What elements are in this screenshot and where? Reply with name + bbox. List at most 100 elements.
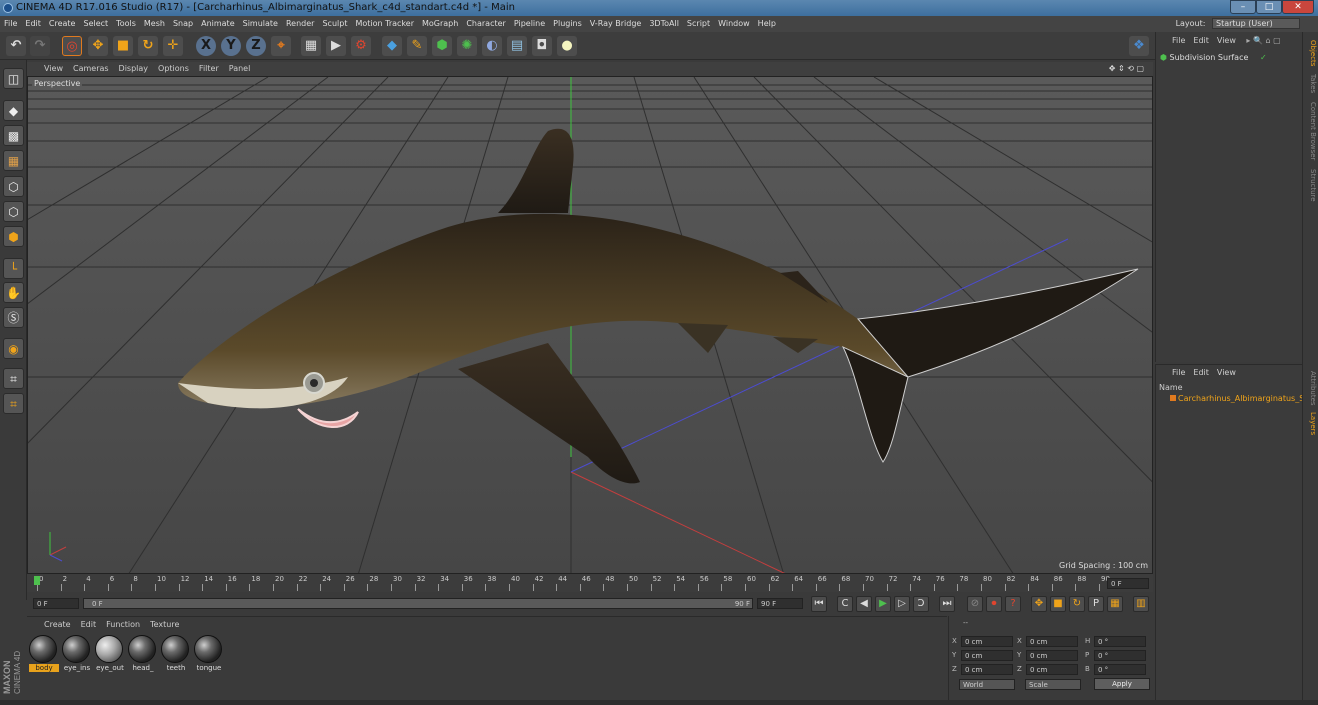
tab-structure[interactable]: Structure xyxy=(1305,166,1317,204)
floor-icon[interactable]: ▤ xyxy=(507,36,527,56)
material-eye-out[interactable]: eye_out xyxy=(95,635,125,672)
x-axis-icon[interactable]: X xyxy=(196,36,216,56)
menu-tools[interactable]: Tools xyxy=(112,16,140,32)
edges-mode-icon[interactable]: ⬡ xyxy=(3,201,24,222)
texture-mode-icon[interactable]: ▩ xyxy=(3,125,24,146)
lock-workplane-icon[interactable]: ⌗ xyxy=(3,368,24,389)
playhead-marker[interactable] xyxy=(34,576,40,585)
coordinate-value-field[interactable]: 0 cm xyxy=(1026,664,1078,675)
next-key-icon[interactable]: Ↄ xyxy=(913,596,929,612)
soft-selection-icon[interactable]: ◉ xyxy=(3,338,24,359)
prev-frame-icon[interactable]: ◀ xyxy=(856,596,872,612)
end-frame-field[interactable]: 90 F xyxy=(757,598,803,609)
prev-key-icon[interactable]: C xyxy=(837,596,853,612)
material-tongue[interactable]: tongue xyxy=(194,635,224,672)
coordinate-value-field[interactable]: 0 ° xyxy=(1094,650,1146,661)
scale-icon[interactable]: ■ xyxy=(113,36,133,56)
z-axis-icon[interactable]: Z xyxy=(246,36,266,56)
coordinate-value-field[interactable]: 0 cm xyxy=(1026,636,1078,647)
y-axis-icon[interactable]: Y xyxy=(221,36,241,56)
layout-selector[interactable]: Layout: Startup (User) xyxy=(1176,18,1300,29)
viewport-menu-panel[interactable]: Panel xyxy=(224,62,256,76)
menu-edit[interactable]: Edit xyxy=(21,16,45,32)
menu-sculpt[interactable]: Sculpt xyxy=(318,16,351,32)
menu-vray-bridge[interactable]: V-Ray Bridge xyxy=(586,16,646,32)
material-menu-create[interactable]: Create xyxy=(39,617,76,633)
goto-end-icon[interactable]: ⏭ xyxy=(939,596,955,612)
layout-dropdown[interactable]: Startup (User) xyxy=(1212,18,1300,29)
menu-mesh[interactable]: Mesh xyxy=(140,16,169,32)
tab-objects[interactable]: Objects xyxy=(1305,38,1317,68)
menu-select[interactable]: Select xyxy=(79,16,112,32)
menu-simulate[interactable]: Simulate xyxy=(239,16,282,32)
object-visibility-check-icon[interactable]: ✓ xyxy=(1260,53,1267,62)
move-icon[interactable]: ✥ xyxy=(88,36,108,56)
menu-window[interactable]: Window xyxy=(714,16,754,32)
menu-character[interactable]: Character xyxy=(462,16,510,32)
undo-icon[interactable]: ↶ xyxy=(6,36,26,56)
key-pla-icon[interactable]: ▦ xyxy=(1107,596,1123,612)
key-scale-icon[interactable]: ■ xyxy=(1050,596,1066,612)
object-manager-tools-icon[interactable]: ▸ 🔍 ⌂ ▢ xyxy=(1242,32,1284,50)
menu-help[interactable]: Help xyxy=(754,16,780,32)
menu-plugins[interactable]: Plugins xyxy=(549,16,586,32)
layer-menu-view[interactable]: View xyxy=(1213,365,1240,381)
tab-attributes[interactable]: Attributes xyxy=(1305,368,1317,408)
subdivision-surface-icon[interactable]: ⬢ xyxy=(432,36,452,56)
timeline-window-icon[interactable]: ▥ xyxy=(1133,596,1149,612)
layer-row[interactable]: Carcharhinus_Albimarginatus_Sha xyxy=(1160,394,1302,403)
maximize-icon[interactable]: □ xyxy=(1256,0,1282,14)
viewport-menu-options[interactable]: Options xyxy=(153,62,194,76)
menu-render[interactable]: Render xyxy=(282,16,318,32)
coordinate-value-field[interactable]: 0 cm xyxy=(961,664,1013,675)
workplane-mode-icon[interactable]: ▦ xyxy=(3,150,24,171)
menu-create[interactable]: Create xyxy=(45,16,80,32)
apply-button[interactable]: Apply xyxy=(1094,678,1150,690)
material-body[interactable]: body xyxy=(29,635,59,672)
live-selection-icon[interactable]: ◎ xyxy=(62,36,82,56)
timeline[interactable]: 0 2 4 6 8 10 12 14 16 18 20 22 24 26 28 30 32 34 36 38 40 42 4… xyxy=(27,574,1153,592)
menu-snap[interactable]: Snap xyxy=(169,16,197,32)
layer-menu-edit[interactable]: Edit xyxy=(1189,365,1213,381)
spline-pen-icon[interactable]: ✎ xyxy=(407,36,427,56)
menu-file[interactable]: File xyxy=(0,16,21,32)
object-row-subdivision-surface[interactable]: ⬢ Subdivision Surface ✓ xyxy=(1160,53,1300,65)
start-frame-field[interactable]: 0 F xyxy=(33,598,79,609)
viewport-menu-view[interactable]: View xyxy=(39,62,68,76)
frame-scrubber[interactable]: 0 F 90 F xyxy=(83,598,753,609)
viewport-navigation-icon[interactable]: ✥ ⇕ ⟲ ▢ xyxy=(1104,62,1149,76)
menu-motion-tracker[interactable]: Motion Tracker xyxy=(351,16,418,32)
cube-icon[interactable]: ◆ xyxy=(382,36,402,56)
axis-mode-icon[interactable]: └ xyxy=(3,258,24,279)
layer-menu-file[interactable]: File xyxy=(1168,365,1189,381)
keyframe-selection-icon[interactable]: ? xyxy=(1005,596,1021,612)
coordinate-system-icon[interactable]: ⌖ xyxy=(271,36,291,56)
coordinate-world-dropdown[interactable]: World xyxy=(959,679,1015,690)
menu-3dtoall[interactable]: 3DToAll xyxy=(645,16,683,32)
polygons-mode-icon[interactable]: ⬢ xyxy=(3,226,24,247)
menu-animate[interactable]: Animate xyxy=(197,16,239,32)
menu-mograph[interactable]: MoGraph xyxy=(418,16,462,32)
material-teeth[interactable]: teeth xyxy=(161,635,191,672)
coordinate-scale-dropdown[interactable]: Scale xyxy=(1025,679,1081,690)
redo-icon[interactable]: ↷ xyxy=(30,36,50,56)
material-menu-function[interactable]: Function xyxy=(101,617,145,633)
snapping-icon[interactable]: Ⓢ xyxy=(3,307,24,328)
coordinate-value-field[interactable]: 0 cm xyxy=(961,636,1013,647)
light-icon[interactable]: ● xyxy=(557,36,577,56)
play-icon[interactable]: ▶ xyxy=(875,596,891,612)
timeline-ruler[interactable]: 0 2 4 6 8 10 12 14 16 18 20 22 24 26 28 30 32 34 36 38 40 42 4… xyxy=(27,574,1110,592)
key-rotation-icon[interactable]: ↻ xyxy=(1069,596,1085,612)
autokeying-icon[interactable]: ⏺ xyxy=(986,596,1002,612)
minimize-icon[interactable]: – xyxy=(1230,0,1256,14)
tab-takes[interactable]: Takes xyxy=(1305,72,1317,96)
python-icon[interactable]: ❖ xyxy=(1129,36,1149,56)
camera-icon[interactable]: ◘ xyxy=(532,36,552,56)
next-frame-icon[interactable]: ▷ xyxy=(894,596,910,612)
coordinate-value-field[interactable]: 0 ° xyxy=(1094,636,1146,647)
rotate-icon[interactable]: ↻ xyxy=(138,36,158,56)
viewport-perspective[interactable]: Perspective Grid Spacing : 100 cm xyxy=(27,76,1153,574)
material-head[interactable]: head_ xyxy=(128,635,158,672)
object-menu-edit[interactable]: Edit xyxy=(1189,32,1213,50)
recent-tool-icon[interactable]: ✛ xyxy=(163,36,183,56)
